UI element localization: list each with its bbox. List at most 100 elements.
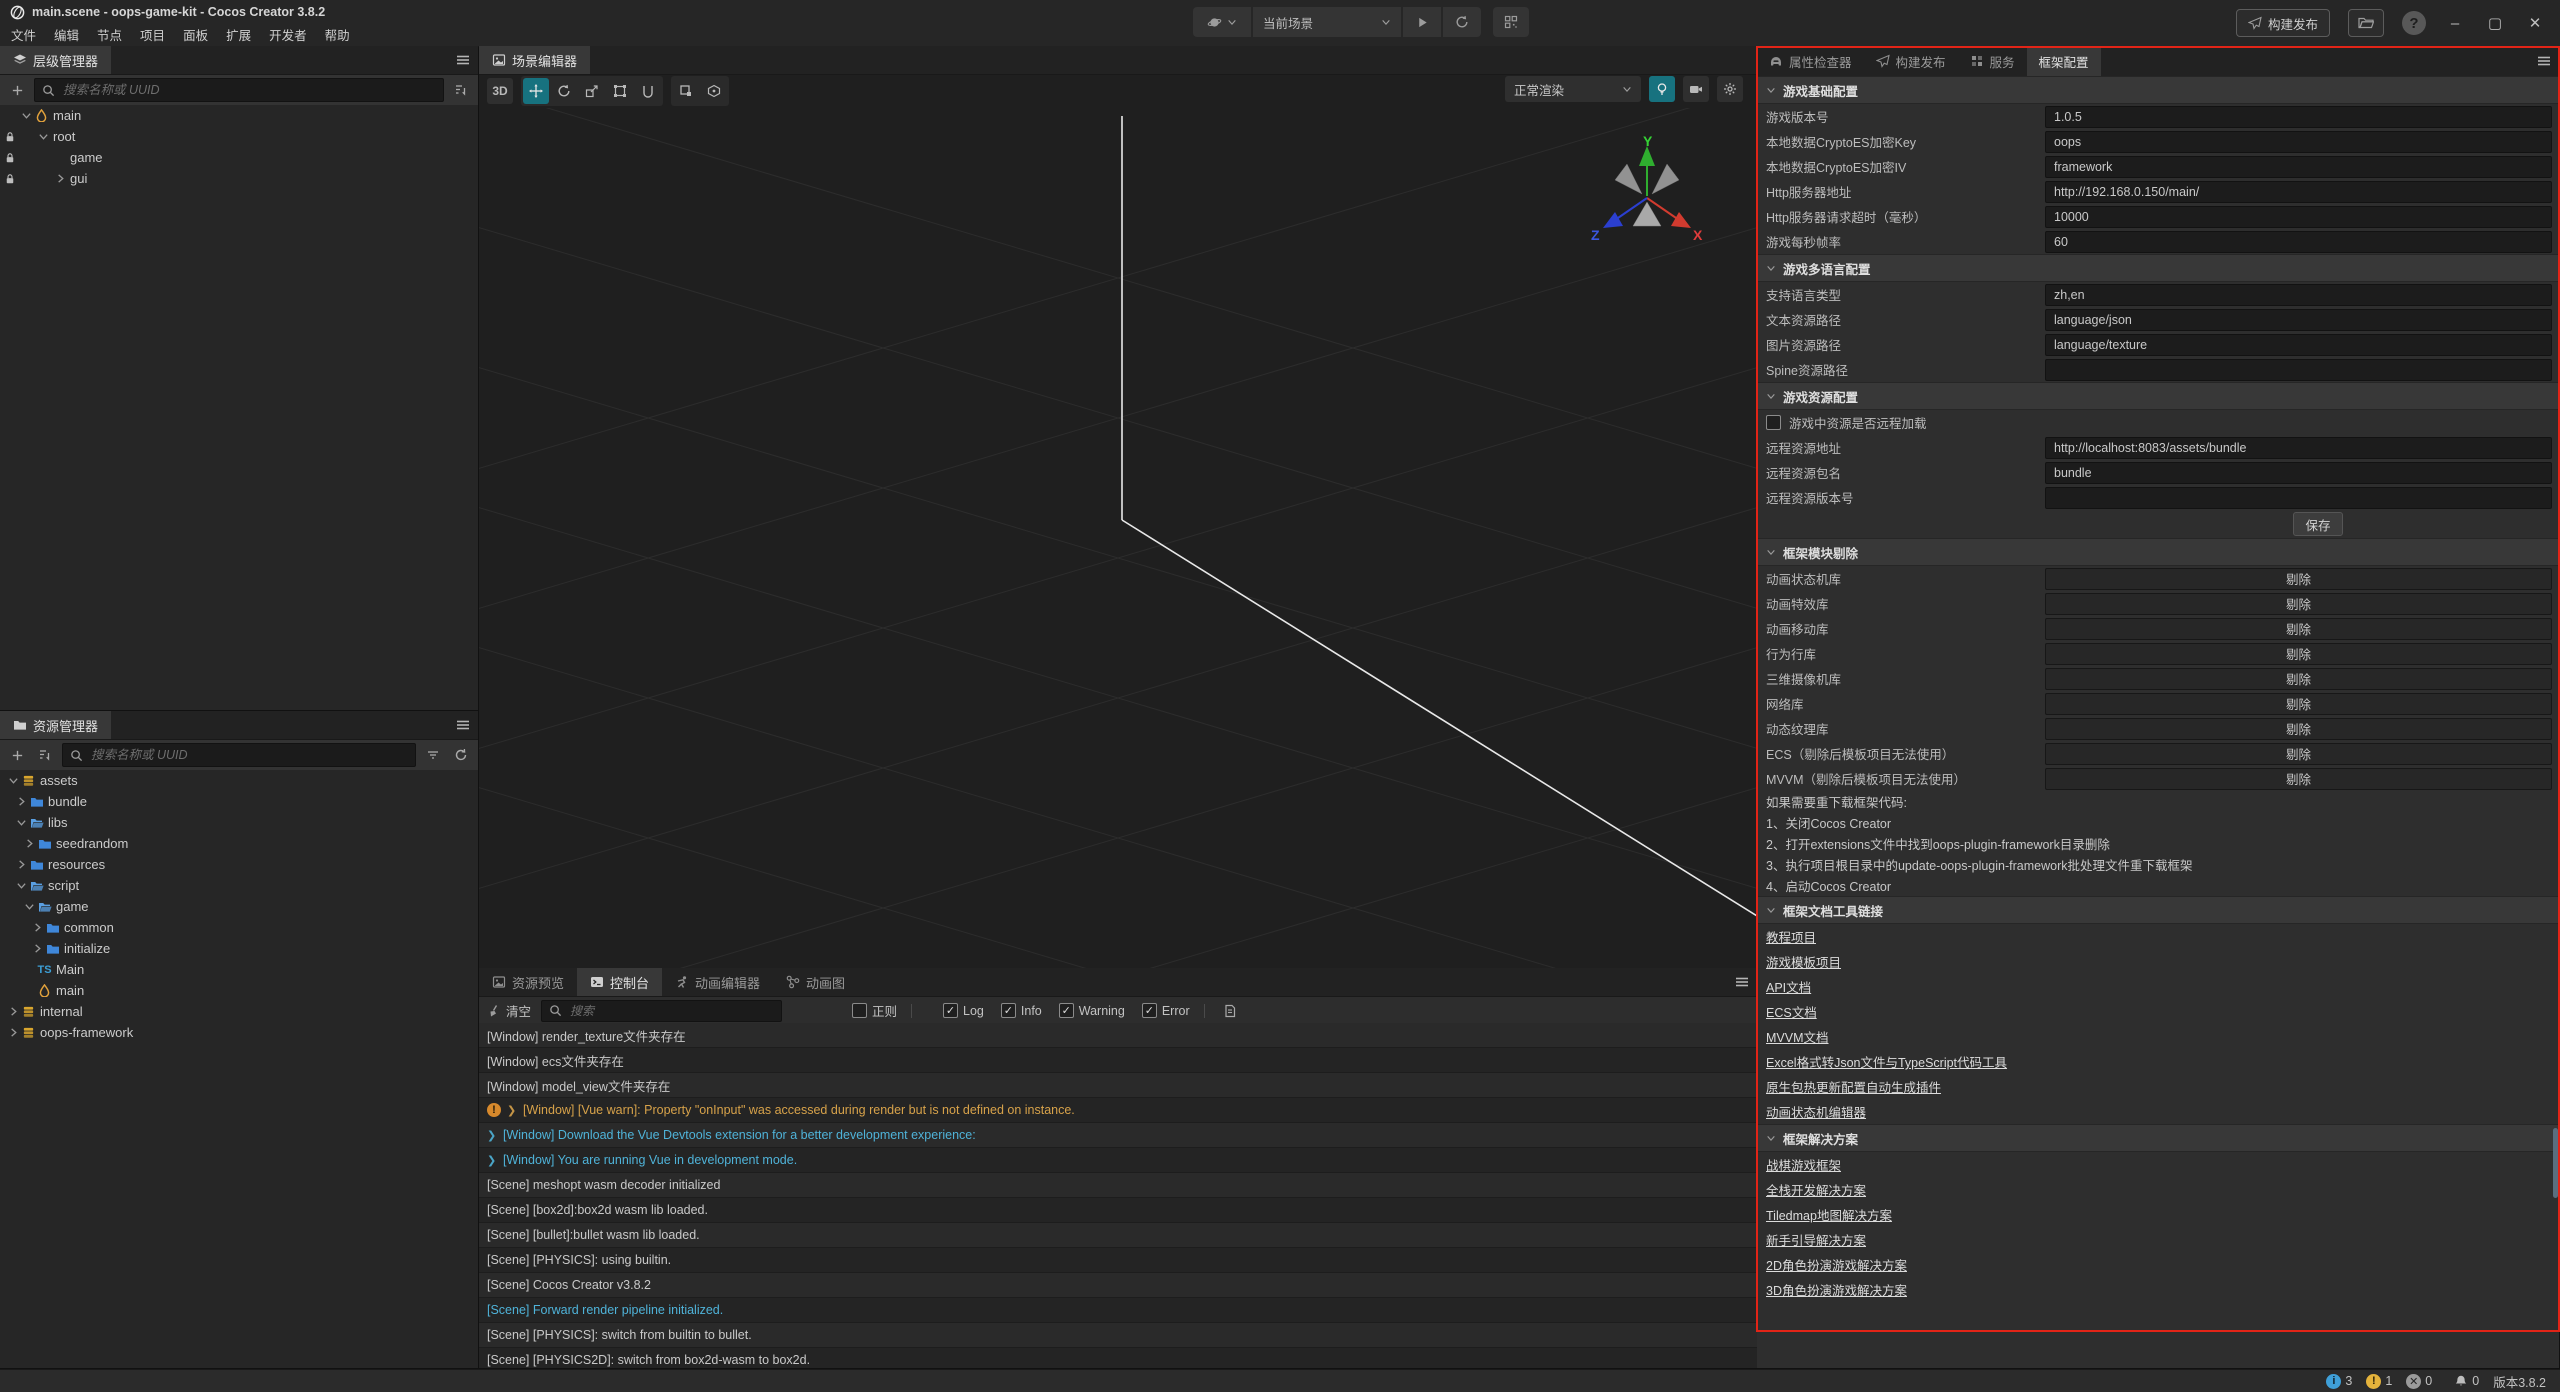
remove-module-button-0[interactable]: 剔除 — [2045, 568, 2552, 590]
build-publish-button[interactable]: 构建发布 — [2236, 9, 2330, 37]
status-notifications[interactable]: 0 — [2454, 1374, 2479, 1388]
assets-menu-icon[interactable] — [456, 718, 470, 732]
menu-item-2[interactable]: 节点 — [88, 25, 131, 44]
tab-scene-editor[interactable]: 场景编辑器 — [479, 46, 590, 74]
section-header[interactable]: 框架模块剔除 — [1757, 538, 2559, 566]
log-row[interactable]: ❯[Window] You are running Vue in develop… — [479, 1148, 1757, 1173]
field-input-2-0[interactable] — [2045, 437, 2552, 459]
chevron-down-icon[interactable] — [23, 901, 36, 912]
scale-tool-button[interactable] — [579, 78, 605, 104]
field-input-0-4[interactable] — [2045, 206, 2552, 228]
tab-hierarchy[interactable]: 层级管理器 — [0, 46, 111, 74]
console-tab-3[interactable]: 动画图 — [773, 968, 858, 996]
hierarchy-tree-item-game[interactable]: game — [0, 147, 478, 168]
field-input-2-1[interactable] — [2045, 462, 2552, 484]
status-error[interactable]: ✕ 0 — [2406, 1374, 2432, 1389]
console-log-file-button[interactable] — [1219, 1000, 1241, 1022]
field-input-1-2[interactable] — [2045, 334, 2552, 356]
scrollbar-thumb[interactable] — [2553, 1128, 2558, 1198]
field-input-1-0[interactable] — [2045, 284, 2552, 306]
chevron-right-icon[interactable] — [54, 173, 67, 184]
hierarchy-tree-item-root[interactable]: root — [0, 126, 478, 147]
console-tab-1[interactable]: 控制台 — [577, 968, 662, 996]
checkbox-info[interactable] — [1001, 1003, 1016, 1018]
doc-link-4-3[interactable]: ECS文档 — [1766, 1002, 1817, 1021]
field-input-0-5[interactable] — [2045, 231, 2552, 253]
menu-item-0[interactable]: 文件 — [2, 25, 45, 44]
doc-link-5-2[interactable]: Tiledmap地图解决方案 — [1766, 1205, 1892, 1224]
hierarchy-tree-item-gui[interactable]: gui — [0, 168, 478, 189]
assets-tree-item-bundle[interactable]: bundle — [0, 791, 478, 812]
remote-load-checkbox[interactable] — [1766, 415, 1781, 430]
section-header[interactable]: 框架解决方案 — [1757, 1124, 2559, 1152]
remove-module-button-5[interactable]: 剔除 — [2045, 693, 2552, 715]
assets-tree-item-Main[interactable]: TSMain — [0, 959, 478, 980]
console-filter-log[interactable]: Log — [943, 1003, 984, 1018]
console-tab-0[interactable]: 资源预览 — [479, 968, 577, 996]
field-input-0-2[interactable] — [2045, 156, 2552, 178]
status-info[interactable]: i 3 — [2326, 1374, 2352, 1389]
log-row[interactable]: [Window] model_view文件夹存在 — [479, 1073, 1757, 1098]
tab-assets[interactable]: 资源管理器 — [0, 711, 111, 739]
console-clear-button[interactable]: 清空 — [487, 1001, 531, 1020]
log-row[interactable]: !❯[Window] [Vue warn]: Property "onInput… — [479, 1098, 1757, 1123]
console-filter-info[interactable]: Info — [1001, 1003, 1042, 1018]
expand-chevron-icon[interactable]: ❯ — [487, 1129, 497, 1142]
chevron-right-icon[interactable] — [23, 838, 36, 849]
menu-item-5[interactable]: 扩展 — [217, 25, 260, 44]
checkbox-error[interactable] — [1142, 1003, 1157, 1018]
ui-transform-tool-button[interactable] — [635, 78, 661, 104]
chevron-right-icon[interactable] — [15, 859, 28, 870]
pivot-toggle-button[interactable] — [673, 78, 699, 104]
doc-link-4-2[interactable]: API文档 — [1766, 977, 1811, 996]
chevron-down-icon[interactable] — [20, 110, 33, 121]
chevron-right-icon[interactable] — [15, 796, 28, 807]
chevron-right-icon[interactable] — [31, 922, 44, 933]
open-project-folder-button[interactable] — [2348, 9, 2384, 37]
section-header[interactable]: 游戏多语言配置 — [1757, 254, 2559, 282]
chevron-down-icon[interactable] — [15, 817, 28, 828]
log-row[interactable]: [Window] render_texture文件夹存在 — [479, 1023, 1757, 1048]
assets-sort-button[interactable] — [34, 744, 56, 766]
field-input-0-1[interactable] — [2045, 131, 2552, 153]
save-button[interactable]: 保存 — [2293, 512, 2343, 536]
log-row[interactable]: [Scene] [bullet]:bullet wasm lib loaded. — [479, 1223, 1757, 1248]
doc-link-4-0[interactable]: 教程项目 — [1766, 927, 1816, 946]
assets-tree-item-initialize[interactable]: initialize — [0, 938, 478, 959]
log-row[interactable]: [Window] ecs文件夹存在 — [479, 1048, 1757, 1073]
console-regex-toggle[interactable]: 正则 — [852, 1001, 897, 1020]
assets-filter-button[interactable] — [422, 744, 444, 766]
chevron-right-icon[interactable] — [7, 1027, 20, 1038]
inspector-tab-2[interactable]: 服务 — [1958, 46, 2027, 76]
log-row[interactable]: [Scene] [PHYSICS2D]: switch from box2d-w… — [479, 1348, 1757, 1368]
field-input-0-0[interactable] — [2045, 106, 2552, 128]
assets-tree-item-seedrandom[interactable]: seedrandom — [0, 833, 478, 854]
menu-item-6[interactable]: 开发者 — [260, 25, 316, 44]
scene-viewport[interactable]: Y X Z — [479, 108, 1757, 968]
checkbox-warning[interactable] — [1059, 1003, 1074, 1018]
assets-tree-item-script[interactable]: script — [0, 875, 478, 896]
render-mode-dropdown[interactable]: 正常渲染 — [1505, 76, 1641, 102]
log-row[interactable]: [Scene] Forward render pipeline initiali… — [479, 1298, 1757, 1323]
log-row[interactable]: [Scene] [box2d]:box2d wasm lib loaded. — [479, 1198, 1757, 1223]
remote-load-checkbox-row[interactable]: 游戏中资源是否远程加载 — [1757, 410, 2559, 435]
assets-tree-item-resources[interactable]: resources — [0, 854, 478, 875]
console-menu-icon[interactable] — [1735, 975, 1749, 989]
chevron-down-icon[interactable] — [37, 131, 50, 142]
log-row[interactable]: [Scene] [PHYSICS]: switch from builtin t… — [479, 1323, 1757, 1348]
scene-select-dropdown[interactable]: 当前场景 — [1253, 7, 1401, 37]
menu-item-4[interactable]: 面板 — [174, 25, 217, 44]
chevron-down-icon[interactable] — [15, 880, 28, 891]
hierarchy-filter-button[interactable] — [450, 79, 472, 101]
checkbox-log[interactable] — [943, 1003, 958, 1018]
doc-link-5-5[interactable]: 3D角色扮演游戏解决方案 — [1766, 1280, 1907, 1299]
hierarchy-menu-icon[interactable] — [456, 53, 470, 67]
log-row[interactable]: [Scene] Cocos Creator v3.8.2 — [479, 1273, 1757, 1298]
orientation-gizmo[interactable]: Y X Z — [1587, 136, 1707, 256]
field-input-0-3[interactable] — [2045, 181, 2552, 203]
chevron-down-icon[interactable] — [7, 775, 20, 786]
console-tab-2[interactable]: 动画编辑器 — [662, 968, 773, 996]
doc-link-4-7[interactable]: 动画状态机编辑器 — [1766, 1102, 1866, 1121]
doc-link-4-5[interactable]: Excel格式转Json文件与TypeScript代码工具 — [1766, 1052, 2007, 1071]
assets-tree-item-assets[interactable]: assets — [0, 770, 478, 791]
